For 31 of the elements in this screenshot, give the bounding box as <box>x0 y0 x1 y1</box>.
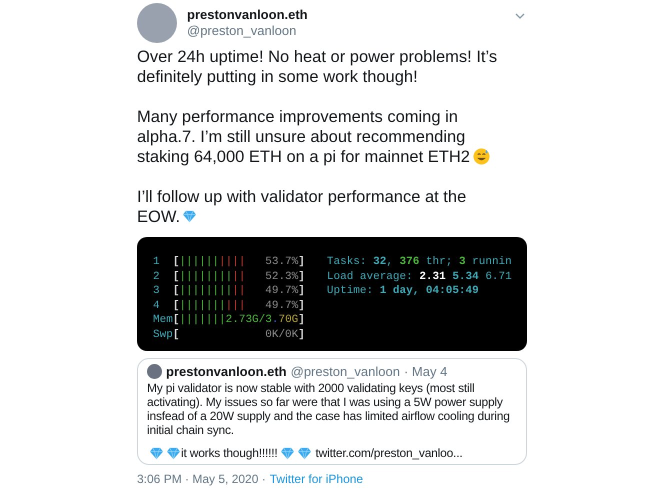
avatar <box>147 364 162 379</box>
tweet-date: · May 4 <box>404 364 448 379</box>
author-handle: @preston_vanloon <box>290 364 400 379</box>
diamond-icon <box>280 447 295 460</box>
terminal-line: Load average: 2.31 5.34 6.71 <box>326 270 512 284</box>
chevron-down-icon[interactable] <box>515 13 525 19</box>
author-name[interactable]: prestonvanloon.eth <box>187 7 515 23</box>
terminal-line: 3 [|||||||||| 49.7%] <box>153 284 305 298</box>
avatar[interactable] <box>137 3 177 43</box>
diamond-icon <box>182 210 198 223</box>
quoted-text: it works though!!!!!! <box>181 446 278 461</box>
tweet-timestamp: 3:06 PM · May 5, 2020 · <box>137 472 266 487</box>
terminal-line: Uptime: 1 day, 04:05:49 <box>326 284 479 298</box>
tweet-text: I’ll follow up with validator performance at the EOW. <box>137 187 468 227</box>
terminal-line: 4 [|||||||||| 49.7%] <box>153 298 305 313</box>
tweet-text: Many performance improvements coming in alpha.7. I’m still unsure about recommending staking 64,000 ETH on a pi for mainnet ETH2 <box>137 107 503 167</box>
tweet-link[interactable]: twitter.com/preston_vanloo... <box>316 446 462 461</box>
terminal-line: Mem[|||||||2.73G/3.70G] <box>153 313 305 328</box>
terminal-line: 1 [|||||||||| 53.7%] <box>153 255 305 270</box>
tweet-text: Over 24h uptime! No heat or power problems! It’s definitely putting in some work though! <box>137 47 498 87</box>
terminal-line: Swp[ 0K/0K] <box>153 328 305 342</box>
diamond-icon <box>166 447 181 460</box>
diamond-icon <box>149 447 164 460</box>
author-name: prestonvanloon.eth <box>166 364 287 379</box>
terminal-line: Tasks: 32, 376 thr; 3 runnin <box>326 255 512 270</box>
quoted-tweet[interactable] <box>137 358 527 465</box>
smiling-face-icon <box>472 148 490 165</box>
diamond-icon <box>296 447 312 460</box>
author-handle: @preston_vanloon <box>187 23 298 39</box>
terminal-line: 2 [|||||||||| 52.3%] <box>153 270 305 284</box>
quoted-text: My pi validator is now stable with 2000 validating keys (most still activating). My issues so far were that I was using a 5W power supply insfead of a 20W supply and the case has limited airflow cooling during initial chain sync. <box>147 381 511 437</box>
